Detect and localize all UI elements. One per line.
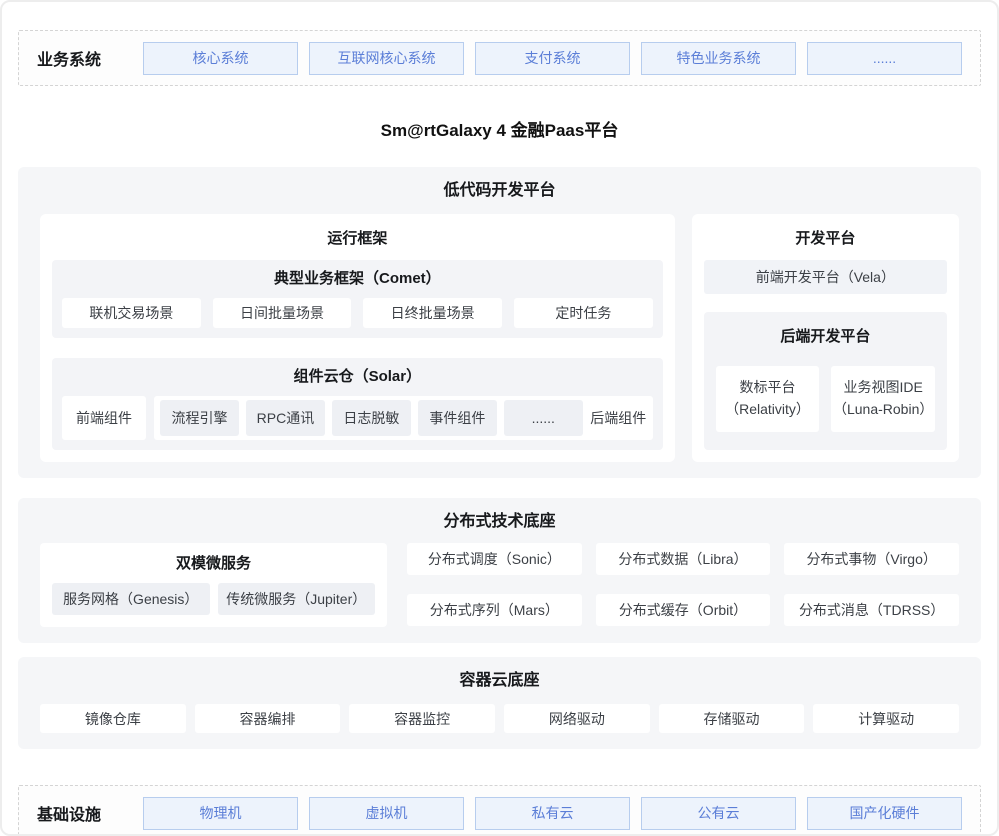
chip-process-engine: 流程引擎 <box>160 400 239 436</box>
distributed-title: 分布式技术底座 <box>40 512 959 531</box>
chip-scheduled-task: 定时任务 <box>514 298 653 328</box>
chip-distributed-data-libra: 分布式数据（Libra） <box>596 543 771 575</box>
chip-line1: 数标平台 <box>740 377 796 399</box>
comet-title: 典型业务框架（Comet） <box>62 270 653 288</box>
chip-event-component: 事件组件 <box>418 400 497 436</box>
dev-platform-title: 开发平台 <box>704 226 947 260</box>
chip-virtual-machine: 虚拟机 <box>309 797 464 830</box>
chip-line2: （Relativity） <box>725 399 810 421</box>
chip-data-standard-platform-relativity: 数标平台 （Relativity） <box>716 366 820 432</box>
chip-internet-core-system: 互联网核心系统 <box>309 42 464 75</box>
chip-distributed-cache-orbit: 分布式缓存（Orbit） <box>596 594 771 626</box>
lowcode-title: 低代码开发平台 <box>40 181 959 200</box>
business-systems-chips: 核心系统 互联网核心系统 支付系统 特色业务系统 ...... <box>143 42 962 75</box>
dev-platform-panel: 开发平台 前端开发平台（Vela） 后端开发平台 数标平台 （Relativit… <box>692 214 959 462</box>
backend-dev-chips: 数标平台 （Relativity） 业务视图IDE （Luna-Robin） <box>716 366 935 432</box>
chip-distributed-sequence-mars: 分布式序列（Mars） <box>407 594 582 626</box>
dual-mode-chips: 服务网格（Genesis） 传统微服务（Jupiter） <box>52 583 375 615</box>
chip-intraday-batch: 日间批量场景 <box>213 298 352 328</box>
backend-dev-platform-title: 后端开发平台 <box>716 328 935 346</box>
lowcode-content: 运行框架 典型业务框架（Comet） 联机交易场景 日间批量场景 日终批量场景 … <box>40 214 959 462</box>
chip-special-business-system: 特色业务系统 <box>641 42 796 75</box>
chip-distributed-transaction-virgo: 分布式事物（Virgo） <box>784 543 959 575</box>
chip-physical-machine: 物理机 <box>143 797 298 830</box>
comet-framework-box: 典型业务框架（Comet） 联机交易场景 日间批量场景 日终批量场景 定时任务 <box>52 260 663 338</box>
chip-business-view-ide-luna-robin: 业务视图IDE （Luna-Robin） <box>831 366 935 432</box>
solar-inner-strip: 流程引擎 RPC通讯 日志脱敏 事件组件 ...... 后端组件 <box>154 396 653 440</box>
chip-line2: （Luna-Robin） <box>833 399 933 421</box>
chip-distributed-message-tdrss: 分布式消息（TDRSS） <box>784 594 959 626</box>
chip-domestic-hardware: 国产化硬件 <box>807 797 962 830</box>
chip-traditional-microservice-jupiter: 传统微服务（Jupiter） <box>218 583 376 615</box>
solar-chips: 前端组件 流程引擎 RPC通讯 日志脱敏 事件组件 ...... 后端组件 <box>62 396 653 440</box>
chip-rpc-communication: RPC通讯 <box>246 400 325 436</box>
solar-title: 组件云仓（Solar） <box>62 368 653 386</box>
chip-network-driver: 网络驱动 <box>504 704 650 733</box>
backend-dev-platform-box: 后端开发平台 数标平台 （Relativity） 业务视图IDE （Luna-R… <box>704 312 947 450</box>
chip-frontend-dev-platform-vela: 前端开发平台（Vela） <box>704 260 947 294</box>
runtime-framework-panel: 运行框架 典型业务框架（Comet） 联机交易场景 日间批量场景 日终批量场景 … <box>40 214 675 462</box>
chip-payment-system: 支付系统 <box>475 42 630 75</box>
section-lowcode-platform: 低代码开发平台 运行框架 典型业务框架（Comet） 联机交易场景 日间批量场景… <box>18 167 981 478</box>
distributed-content: 双模微服务 服务网格（Genesis） 传统微服务（Jupiter） 分布式调度… <box>40 543 959 627</box>
chip-frontend-component: 前端组件 <box>62 396 146 440</box>
section-container-cloud: 容器云底座 镜像仓库 容器编排 容器监控 网络驱动 存储驱动 计算驱动 <box>18 657 981 749</box>
chip-private-cloud: 私有云 <box>475 797 630 830</box>
section-distributed-base: 分布式技术底座 双模微服务 服务网格（Genesis） 传统微服务（Jupite… <box>18 498 981 643</box>
page-title: Sm@rtGalaxy 4 金融Paas平台 <box>18 116 981 141</box>
architecture-diagram: 业务系统 核心系统 互联网核心系统 支付系统 特色业务系统 ...... Sm@… <box>0 0 999 836</box>
dual-mode-title: 双模微服务 <box>52 555 375 573</box>
chip-storage-driver: 存储驱动 <box>659 704 805 733</box>
chip-core-system: 核心系统 <box>143 42 298 75</box>
business-systems-row: 业务系统 核心系统 互联网核心系统 支付系统 特色业务系统 ...... <box>18 30 981 86</box>
container-cloud-chips: 镜像仓库 容器编排 容器监控 网络驱动 存储驱动 计算驱动 <box>40 704 959 733</box>
chip-eod-batch: 日终批量场景 <box>363 298 502 328</box>
chip-online-transaction: 联机交易场景 <box>62 298 201 328</box>
chip-distributed-scheduling-sonic: 分布式调度（Sonic） <box>407 543 582 575</box>
chip-service-mesh-genesis: 服务网格（Genesis） <box>52 583 210 615</box>
runtime-framework-title: 运行框架 <box>52 226 663 260</box>
chip-solar-ellipsis: ...... <box>504 400 583 436</box>
infrastructure-label: 基础设施 <box>37 801 143 825</box>
chip-backend-component: 后端组件 <box>590 408 647 428</box>
infrastructure-chips: 物理机 虚拟机 私有云 公有云 国产化硬件 <box>143 797 962 830</box>
comet-chips: 联机交易场景 日间批量场景 日终批量场景 定时任务 <box>62 298 653 328</box>
solar-warehouse-box: 组件云仓（Solar） 前端组件 流程引擎 RPC通讯 日志脱敏 事件组件 ..… <box>52 358 663 450</box>
business-systems-label: 业务系统 <box>37 46 143 70</box>
dual-mode-microservice-box: 双模微服务 服务网格（Genesis） 传统微服务（Jupiter） <box>40 543 387 627</box>
chip-compute-driver: 计算驱动 <box>813 704 959 733</box>
distributed-grid: 分布式调度（Sonic） 分布式数据（Libra） 分布式事物（Virgo） 分… <box>407 543 959 627</box>
chip-log-masking: 日志脱敏 <box>332 400 411 436</box>
chip-container-monitoring: 容器监控 <box>349 704 495 733</box>
chip-public-cloud: 公有云 <box>641 797 796 830</box>
chip-image-repository: 镜像仓库 <box>40 704 186 733</box>
chip-business-ellipsis: ...... <box>807 42 962 75</box>
infrastructure-row: 基础设施 物理机 虚拟机 私有云 公有云 国产化硬件 <box>18 785 981 836</box>
container-cloud-title: 容器云底座 <box>40 671 959 690</box>
chip-container-orchestration: 容器编排 <box>195 704 341 733</box>
chip-line1: 业务视图IDE <box>844 377 923 399</box>
